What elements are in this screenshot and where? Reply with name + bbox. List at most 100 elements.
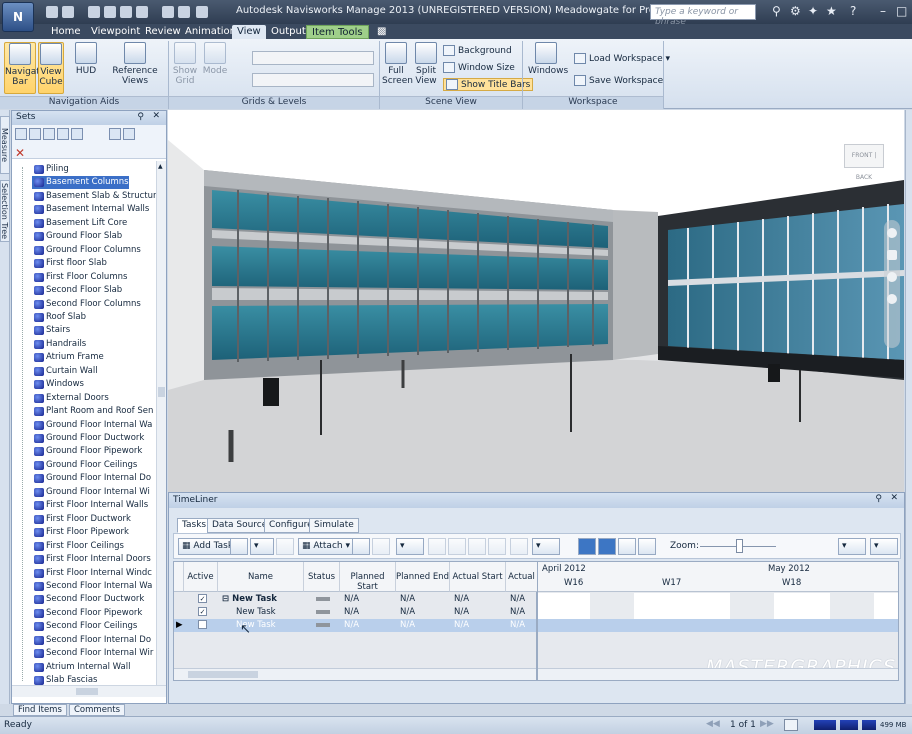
list-item[interactable]: Basement Slab & Structur — [32, 190, 156, 203]
add-comment-icon[interactable] — [510, 538, 528, 555]
tab-home[interactable]: Home — [46, 25, 86, 39]
reference-views-button[interactable]: Reference Views — [106, 42, 164, 94]
list-item[interactable]: First Floor Internal Windc — [32, 567, 152, 580]
list-item[interactable]: Second Floor Internal Do — [32, 634, 151, 647]
column-header-active[interactable]: Active — [184, 562, 218, 592]
binoculars-icon[interactable]: ⚲ — [772, 4, 781, 18]
help-icon[interactable]: ? — [850, 4, 856, 18]
list-item[interactable]: Plant Room and Roof Sen — [32, 405, 153, 418]
list-item[interactable]: First Floor Ceilings — [32, 540, 124, 553]
navigation-bar[interactable] — [884, 220, 900, 348]
move-up-icon[interactable] — [428, 538, 446, 555]
save-search-icon[interactable] — [29, 128, 41, 140]
favorites-icon[interactable]: ★ — [826, 4, 837, 18]
refresh-icon[interactable] — [162, 6, 174, 18]
list-item[interactable]: Second Floor Internal Wir — [32, 647, 153, 660]
grid-mode-button[interactable]: Mode — [202, 42, 228, 94]
gantt-hide-icon[interactable] — [638, 538, 656, 555]
window-size-button[interactable]: Window Size — [443, 62, 515, 73]
list-item[interactable]: Second Floor Ceilings — [32, 620, 137, 633]
add-comment-icon[interactable] — [71, 128, 83, 140]
split-view-button[interactable]: Split View — [412, 42, 440, 94]
column-header-status[interactable]: Status — [304, 562, 340, 592]
list-item[interactable]: Ground Floor Slab — [32, 230, 122, 243]
load-workspace-button[interactable]: Load Workspace ▾ — [574, 53, 670, 64]
close-icon[interactable]: ✕ — [152, 111, 160, 121]
tab-viewpoint[interactable]: Viewpoint — [86, 25, 145, 39]
move-down-icon[interactable] — [448, 538, 466, 555]
table-row-selected[interactable]: ▶ ✓ New Task N/A N/A N/A N/A — [174, 619, 536, 632]
tab-find-items[interactable]: Find Items — [13, 704, 67, 716]
pin-icon[interactable]: ⚲ — [875, 494, 882, 504]
save-workspace-button[interactable]: Save Workspace — [574, 75, 663, 86]
list-item[interactable]: Second Floor Columns — [32, 298, 141, 311]
list-item[interactable]: First Floor Pipework — [32, 526, 129, 539]
list-item[interactable]: Basement Internal Walls — [32, 203, 149, 216]
planned-end-cell[interactable]: N/A — [400, 619, 415, 632]
grid-model-dropdown[interactable] — [252, 51, 374, 65]
minimize-icon[interactable]: – — [880, 4, 886, 18]
list-item[interactable]: Ground Floor Internal Wi — [32, 486, 150, 499]
list-item[interactable]: Second Floor Ductwork — [32, 593, 144, 606]
column-header-planned-end[interactable]: Planned End — [396, 562, 450, 592]
redo-icon[interactable] — [136, 6, 148, 18]
restore-icon[interactable]: □ — [896, 4, 907, 18]
steering-wheel-icon[interactable] — [887, 228, 897, 238]
list-item[interactable]: Curtain Wall — [32, 365, 98, 378]
list-item[interactable]: Handrails — [32, 338, 86, 351]
actual-start-cell[interactable]: N/A — [454, 619, 469, 632]
view-cube-button[interactable]: View Cube — [38, 42, 64, 94]
show-grid-button[interactable]: Show Grid — [172, 42, 198, 94]
open-icon[interactable] — [62, 6, 74, 18]
navigation-bar-button[interactable]: Navigation Bar — [4, 42, 54, 94]
planned-start-cell[interactable]: N/A — [344, 619, 359, 632]
list-item[interactable]: Windows — [32, 378, 84, 391]
communication-icon[interactable]: ✦ — [808, 4, 818, 18]
previous-sheet-icon[interactable]: ◀◀ — [706, 719, 720, 729]
tab-output[interactable]: Output — [266, 25, 311, 39]
column-header-planned-start[interactable]: Planned Start — [340, 562, 396, 592]
list-item[interactable]: Atrium Frame — [32, 351, 104, 364]
delete-icon[interactable]: ✕ — [12, 146, 166, 160]
new-folder-icon[interactable] — [43, 128, 55, 140]
reset-icon[interactable] — [372, 538, 390, 555]
pin-icon[interactable]: ⚲ — [137, 112, 144, 122]
insert-task-icon[interactable]: ▾ — [250, 538, 274, 555]
save-icon[interactable] — [88, 6, 100, 18]
ribbon-options-icon[interactable]: ▩ — [372, 25, 391, 39]
orbit-icon[interactable] — [887, 294, 897, 304]
next-sheet-icon[interactable]: ▶▶ — [760, 719, 774, 729]
scrollbar-thumb[interactable] — [188, 671, 258, 678]
list-item[interactable]: Ground Floor Ductwork — [32, 432, 144, 445]
list-item[interactable]: First Floor Internal Walls — [32, 499, 148, 512]
attach-button[interactable]: ▦ Attach ▾ — [298, 538, 354, 555]
duplicate-icon[interactable] — [57, 128, 69, 140]
select-icon[interactable] — [178, 6, 190, 18]
sets-horizontal-scrollbar[interactable] — [12, 685, 166, 697]
list-item[interactable]: Ground Floor Pipework — [32, 445, 142, 458]
list-item[interactable]: Piling — [32, 163, 69, 176]
scrollbar-thumb[interactable] — [158, 387, 165, 397]
list-item[interactable]: Second Floor Internal Wa — [32, 580, 152, 593]
actual-end-cell[interactable]: N/A — [510, 619, 525, 632]
hud-button[interactable]: HUD — [70, 42, 102, 94]
planned-start-cell[interactable]: N/A — [344, 606, 359, 619]
list-item[interactable]: Second Floor Pipework — [32, 607, 142, 620]
gantt-view-both-icon[interactable] — [618, 538, 636, 555]
actual-start-cell[interactable]: N/A — [454, 593, 469, 606]
columns-icon[interactable]: ▾ — [532, 538, 560, 555]
list-item[interactable]: Basement Columns — [32, 176, 129, 190]
tab-measure-tools[interactable]: Measure Tools — [0, 116, 10, 174]
column-header-actual[interactable]: Actual — [506, 562, 538, 592]
zoom-icon[interactable] — [887, 272, 897, 282]
tab-item-tools[interactable]: Item Tools — [306, 25, 369, 39]
list-item[interactable]: First floor Slab — [32, 257, 107, 270]
actual-end-cell[interactable]: N/A — [510, 593, 525, 606]
add-task-button[interactable]: ▦ Add Task — [178, 538, 238, 555]
active-checkbox[interactable]: ✓ — [198, 594, 207, 603]
list-item[interactable]: First Floor Columns — [32, 271, 127, 284]
column-header-actual-start[interactable]: Actual Start — [450, 562, 506, 592]
table-row[interactable]: ✓ New Task N/A N/A N/A N/A — [174, 606, 536, 619]
grid-level-dropdown[interactable] — [252, 73, 374, 87]
planned-end-cell[interactable]: N/A — [400, 593, 415, 606]
